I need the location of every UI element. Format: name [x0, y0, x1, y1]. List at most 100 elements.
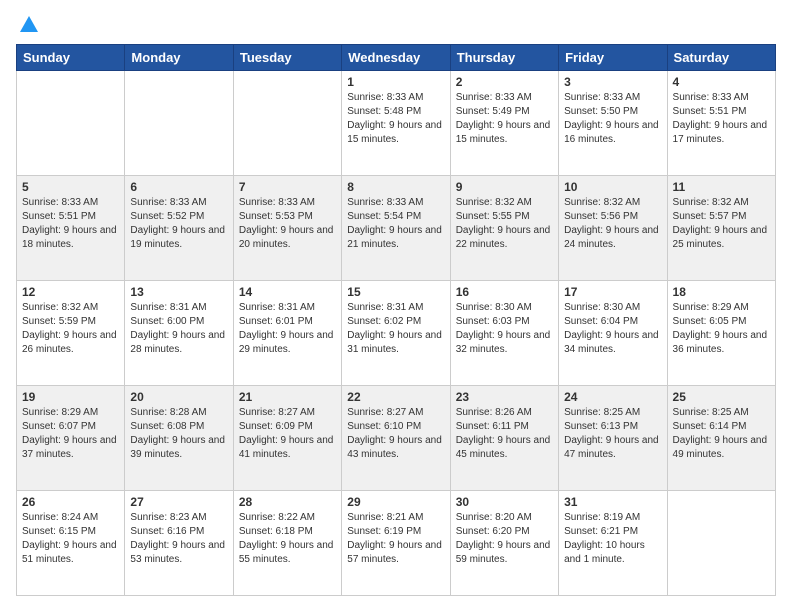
logo-icon — [18, 14, 40, 34]
day-info: Daylight: 9 hours and 55 minutes. — [239, 539, 336, 567]
calendar-cell: 13Sunrise: 8:31 AMSunset: 6:00 PMDayligh… — [125, 281, 233, 386]
day-info: Daylight: 9 hours and 21 minutes. — [347, 224, 444, 252]
day-info: Sunset: 6:20 PM — [456, 525, 553, 539]
day-info: Sunset: 5:48 PM — [347, 105, 444, 119]
calendar-cell: 22Sunrise: 8:27 AMSunset: 6:10 PMDayligh… — [342, 386, 450, 491]
day-info: Sunrise: 8:27 AM — [239, 406, 336, 420]
day-info: Sunset: 6:18 PM — [239, 525, 336, 539]
day-info: Sunrise: 8:27 AM — [347, 406, 444, 420]
logo — [16, 16, 40, 34]
day-info: Daylight: 9 hours and 51 minutes. — [22, 539, 119, 567]
day-info: Daylight: 9 hours and 59 minutes. — [456, 539, 553, 567]
day-info: Daylight: 9 hours and 53 minutes. — [130, 539, 227, 567]
calendar-cell: 15Sunrise: 8:31 AMSunset: 6:02 PMDayligh… — [342, 281, 450, 386]
day-number: 9 — [456, 180, 553, 194]
day-info: Daylight: 9 hours and 17 minutes. — [673, 119, 770, 147]
day-info: Daylight: 9 hours and 45 minutes. — [456, 434, 553, 462]
day-info: Sunset: 6:15 PM — [22, 525, 119, 539]
day-info: Sunset: 5:55 PM — [456, 210, 553, 224]
calendar-cell: 7 Sunrise: 8:33 AMSunset: 5:53 PMDaylight… — [233, 176, 341, 281]
day-info: Daylight: 9 hours and 36 minutes. — [673, 329, 770, 357]
day-info: Daylight: 9 hours and 31 minutes. — [347, 329, 444, 357]
day-number: 13 — [130, 285, 227, 299]
day-info: Daylight: 9 hours and 49 minutes. — [673, 434, 770, 462]
day-number: 30 — [456, 495, 553, 509]
day-info: Daylight: 9 hours and 19 minutes. — [130, 224, 227, 252]
day-number: 17 — [564, 285, 661, 299]
day-number: 11 — [673, 180, 770, 194]
day-info: Sunset: 6:19 PM — [347, 525, 444, 539]
day-number: 2 — [456, 75, 553, 89]
day-info: Sunrise: 8:33 AM — [564, 91, 661, 105]
day-info: Daylight: 9 hours and 47 minutes. — [564, 434, 661, 462]
calendar-cell: 10 Sunrise: 8:32 AMSunset: 5:56 PMDayligh… — [559, 176, 667, 281]
day-info: Daylight: 9 hours and 39 minutes. — [130, 434, 227, 462]
day-info: Sunrise: 8:28 AM — [130, 406, 227, 420]
calendar-week-3: 12Sunrise: 8:32 AMSunset: 5:59 PMDayligh… — [17, 281, 776, 386]
day-number: 21 — [239, 390, 336, 404]
day-number: 1 — [347, 75, 444, 89]
day-info: Sunset: 6:03 PM — [456, 315, 553, 329]
calendar-cell: 11Sunrise: 8:32 AMSunset: 5:57 PMDayligh… — [667, 176, 775, 281]
calendar-cell: 18 Sunrise: 8:29 AMSunset: 6:05 PMDayligh… — [667, 281, 775, 386]
day-info: Sunrise: 8:33 AM — [130, 196, 227, 210]
day-info: Sunset: 5:53 PM — [239, 210, 336, 224]
calendar-cell: 12Sunrise: 8:32 AMSunset: 5:59 PMDayligh… — [17, 281, 125, 386]
day-info: Sunset: 6:05 PM — [673, 315, 770, 329]
day-info: Sunrise: 8:33 AM — [239, 196, 336, 210]
day-info: Daylight: 9 hours and 41 minutes. — [239, 434, 336, 462]
calendar-cell: 24Sunrise: 8:25 AMSunset: 6:13 PMDayligh… — [559, 386, 667, 491]
day-info: Daylight: 9 hours and 16 minutes. — [564, 119, 661, 147]
day-number: 18 — [673, 285, 770, 299]
day-info: Daylight: 9 hours and 32 minutes. — [456, 329, 553, 357]
day-number: 22 — [347, 390, 444, 404]
day-info: Sunrise: 8:33 AM — [22, 196, 119, 210]
calendar-table: SundayMondayTuesdayWednesdayThursdayFrid… — [16, 44, 776, 596]
day-info: Sunset: 6:07 PM — [22, 420, 119, 434]
day-info: Sunset: 6:04 PM — [564, 315, 661, 329]
day-info: Sunset: 5:57 PM — [673, 210, 770, 224]
day-info: Sunset: 5:56 PM — [564, 210, 661, 224]
day-info: Sunrise: 8:24 AM — [22, 511, 119, 525]
day-number: 8 — [347, 180, 444, 194]
day-info: Sunset: 6:09 PM — [239, 420, 336, 434]
day-number: 6 — [130, 180, 227, 194]
calendar-cell: 27Sunrise: 8:23 AMSunset: 6:16 PMDayligh… — [125, 491, 233, 596]
day-info: Sunrise: 8:25 AM — [673, 406, 770, 420]
day-info: Daylight: 9 hours and 24 minutes. — [564, 224, 661, 252]
day-info: Sunset: 5:54 PM — [347, 210, 444, 224]
calendar-week-4: 19Sunrise: 8:29 AMSunset: 6:07 PMDayligh… — [17, 386, 776, 491]
weekday-header-thursday: Thursday — [450, 45, 558, 71]
weekday-header-sunday: Sunday — [17, 45, 125, 71]
weekday-header-saturday: Saturday — [667, 45, 775, 71]
page: SundayMondayTuesdayWednesdayThursdayFrid… — [0, 0, 792, 612]
day-number: 3 — [564, 75, 661, 89]
calendar-cell: 5Sunrise: 8:33 AMSunset: 5:51 PMDaylight… — [17, 176, 125, 281]
calendar-cell: 30 Sunrise: 8:20 AMSunset: 6:20 PMDayligh… — [450, 491, 558, 596]
day-info: Daylight: 9 hours and 20 minutes. — [239, 224, 336, 252]
day-info: Sunrise: 8:33 AM — [673, 91, 770, 105]
weekday-header-wednesday: Wednesday — [342, 45, 450, 71]
day-number: 26 — [22, 495, 119, 509]
day-info: Sunrise: 8:29 AM — [673, 301, 770, 315]
day-number: 7 — [239, 180, 336, 194]
calendar-week-5: 26Sunrise: 8:24 AMSunset: 6:15 PMDayligh… — [17, 491, 776, 596]
day-info: Sunrise: 8:20 AM — [456, 511, 553, 525]
day-number: 16 — [456, 285, 553, 299]
day-info: Sunrise: 8:19 AM — [564, 511, 661, 525]
calendar-cell: 14Sunrise: 8:31 AMSunset: 6:01 PMDayligh… — [233, 281, 341, 386]
day-info: Sunrise: 8:25 AM — [564, 406, 661, 420]
calendar-cell — [17, 71, 125, 176]
day-info: Sunrise: 8:23 AM — [130, 511, 227, 525]
day-info: Sunrise: 8:32 AM — [564, 196, 661, 210]
day-info: Sunrise: 8:30 AM — [564, 301, 661, 315]
day-info: Sunset: 5:51 PM — [22, 210, 119, 224]
day-number: 19 — [22, 390, 119, 404]
day-info: Daylight: 9 hours and 34 minutes. — [564, 329, 661, 357]
calendar-cell: 19Sunrise: 8:29 AMSunset: 6:07 PMDayligh… — [17, 386, 125, 491]
day-info: Sunrise: 8:31 AM — [347, 301, 444, 315]
day-number: 29 — [347, 495, 444, 509]
day-info: Daylight: 9 hours and 26 minutes. — [22, 329, 119, 357]
day-number: 10 — [564, 180, 661, 194]
day-number: 15 — [347, 285, 444, 299]
